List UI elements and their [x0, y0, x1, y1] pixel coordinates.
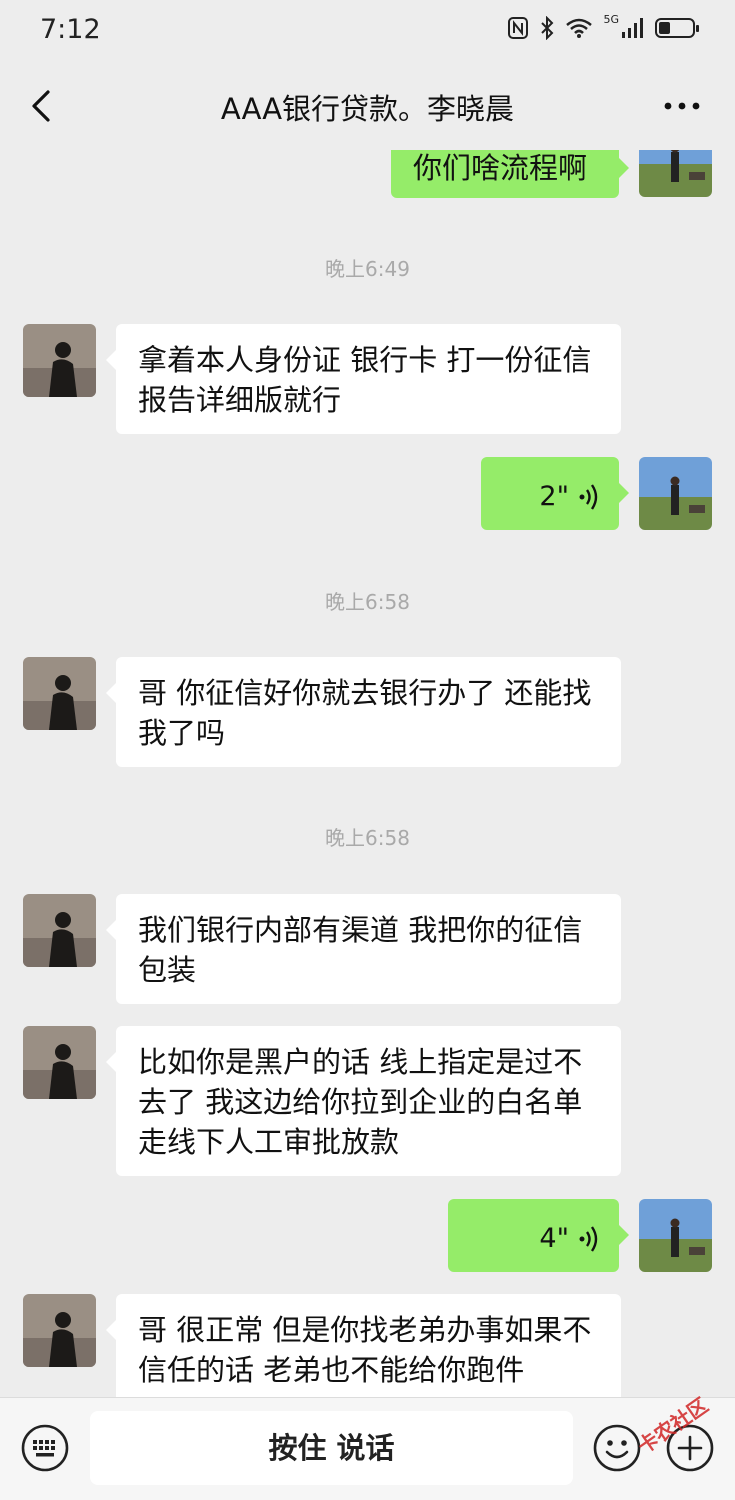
my-avatar[interactable] [639, 457, 712, 530]
voice-wave-icon [579, 1226, 598, 1252]
voice-message-bubble[interactable]: 2" [481, 457, 629, 530]
status-icons: 5G [507, 13, 699, 40]
message-text-line: 包装 [138, 953, 197, 987]
keyboard-icon [21, 1424, 69, 1472]
voice-message-bubble[interactable]: 4" [448, 1199, 629, 1272]
more-options-button[interactable] [657, 84, 707, 128]
timestamp: 晚上6:58 [325, 590, 410, 614]
voice-duration: 2" [539, 481, 569, 512]
message-bubble-incoming[interactable]: 比如你是黑户的话 线上指定是过不 去了 我这边给你拉到企业的白名单 走线下人工审… [106, 1026, 621, 1176]
message-text-line: 比如你是黑户的话 线上指定是过不 [138, 1045, 583, 1079]
my-avatar[interactable] [639, 150, 712, 197]
cell-signal-icon [622, 18, 643, 38]
message-bubble-incoming[interactable]: 拿着本人身份证 银行卡 打一份征信 报告详细版就行 [106, 324, 621, 434]
voice-wave-icon [579, 484, 598, 510]
message-text-line: 我了吗 [138, 716, 226, 750]
contact-avatar[interactable] [23, 324, 96, 397]
chat-messages[interactable]: 你们啥流程啊 晚上6:49 拿着本人身份证 银行卡 打一份征信 报告详细版就行 … [0, 150, 735, 1397]
chat-title: AAA银行贷款。李晓晨 [220, 92, 515, 126]
message-bubble-incoming[interactable]: 哥 你征信好你就去银行办了 还能找 我了吗 [106, 657, 621, 767]
nav-bar: AAA银行贷款。李晓晨 [0, 62, 735, 150]
message-text-line: 去了 我这边给你拉到企业的白名单 [138, 1085, 583, 1119]
contact-avatar[interactable] [23, 894, 96, 967]
message-text-line: 拿着本人身份证 银行卡 打一份征信 [138, 343, 592, 377]
message-text-line: 哥 你征信好你就去银行办了 还能找 [138, 676, 592, 710]
emoji-icon [593, 1424, 641, 1472]
contact-avatar[interactable] [23, 1026, 96, 1099]
my-avatar[interactable] [639, 1199, 712, 1272]
message-text-line: 哥 很正常 但是你找老弟办事如果不 [138, 1313, 592, 1347]
contact-avatar[interactable] [23, 657, 96, 730]
wifi-icon [566, 18, 593, 38]
message-text-line: 走线下人工审批放款 [138, 1125, 400, 1159]
more-dots-icon [664, 102, 700, 110]
hold-to-talk-button[interactable]: 按住 说话 [90, 1411, 573, 1485]
timestamp: 晚上6:58 [325, 826, 410, 850]
message-bubble-incoming[interactable]: 哥 很正常 但是你找老弟办事如果不 信任的话 老弟也不能给你跑件 [106, 1294, 621, 1397]
bluetooth-icon [541, 16, 554, 40]
network-label: 5G [603, 13, 619, 26]
voice-duration: 4" [539, 1223, 569, 1254]
message-bubble-incoming[interactable]: 我们银行内部有渠道 我把你的征信 包装 [106, 894, 621, 1004]
message-text-line: 信任的话 老弟也不能给你跑件 [138, 1353, 525, 1387]
timestamp: 晚上6:49 [325, 257, 410, 281]
contact-avatar[interactable] [23, 1294, 96, 1367]
emoji-button[interactable] [592, 1423, 642, 1473]
input-bar: 按住 说话 [0, 1397, 735, 1500]
status-bar: 7:12 5G [0, 0, 735, 62]
message-text: 你们啥流程啊 [413, 151, 588, 185]
message-text-line: 报告详细版就行 [138, 383, 342, 417]
message-bubble-outgoing[interactable]: 你们啥流程啊 [391, 150, 629, 198]
keyboard-toggle-button[interactable] [20, 1423, 70, 1473]
status-time: 7:12 [40, 14, 101, 45]
message-text-line: 我们银行内部有渠道 我把你的征信 [138, 913, 583, 947]
battery-icon [655, 18, 699, 38]
nfc-icon [508, 17, 529, 39]
